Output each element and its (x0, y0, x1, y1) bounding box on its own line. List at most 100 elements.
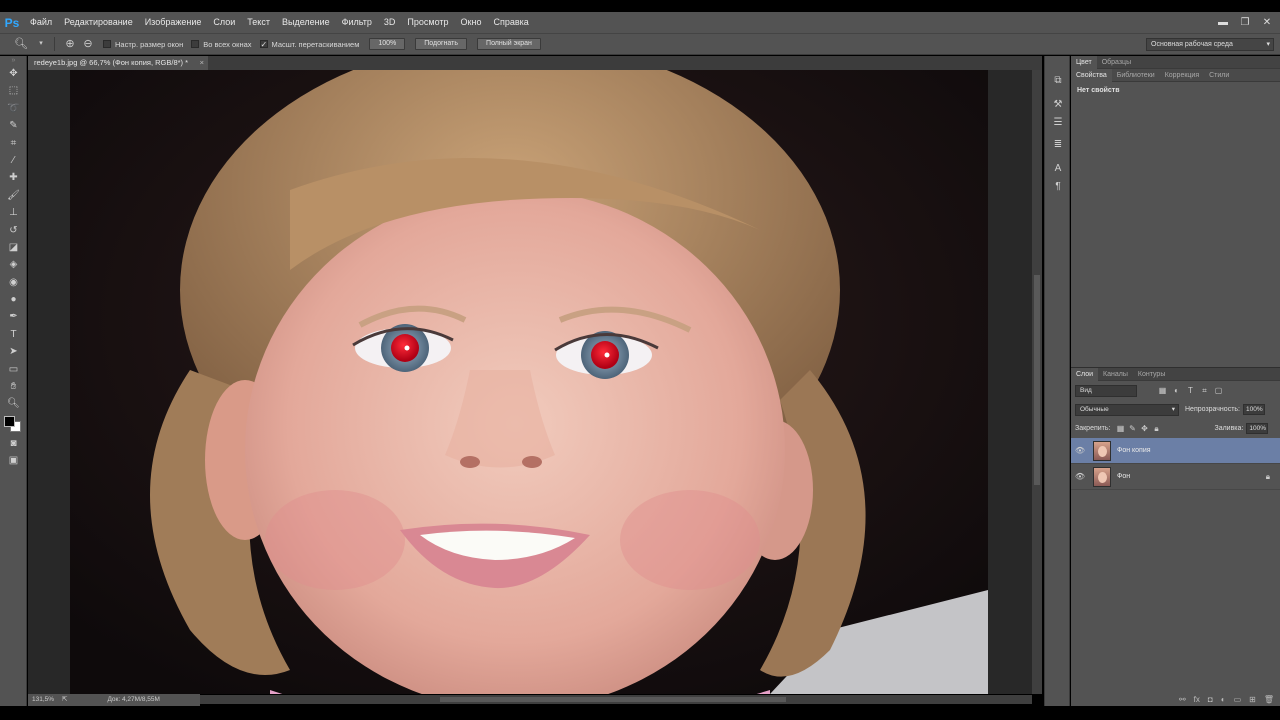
eye-icon[interactable]: 👁︎ (1071, 446, 1089, 455)
eraser-tool-icon[interactable]: ◪ (0, 239, 27, 256)
vertical-scrollbar[interactable] (1032, 70, 1042, 694)
eyedropper-tool-icon[interactable]: ⁄ (0, 152, 27, 169)
tab-properties[interactable]: Свойства (1071, 68, 1112, 82)
dodge-tool-icon[interactable]: ● (0, 291, 27, 308)
trash-icon[interactable]: 🗑︎ (1264, 695, 1274, 704)
tab-adjustments[interactable]: Коррекция (1160, 69, 1204, 82)
history-brush-tool-icon[interactable]: ↺ (0, 222, 27, 239)
canvas-area[interactable] (28, 70, 1032, 694)
new-layer-icon[interactable]: ⊞ (1249, 695, 1256, 704)
blend-mode-select[interactable]: Обычные ▾ (1075, 403, 1179, 416)
tab-styles[interactable]: Стили (1204, 69, 1234, 82)
crop-tool-icon[interactable]: ⌗ (0, 135, 27, 152)
all-windows-checkbox[interactable]: Во всех окнах (191, 40, 252, 49)
adjustments-icon[interactable]: ☰ (1045, 114, 1071, 132)
checkbox-box[interactable] (191, 40, 200, 48)
tab-libraries[interactable]: Библиотеки (1112, 69, 1160, 82)
zoom-tool-icon[interactable]: 🔍︎ (14, 37, 28, 51)
link-layers-icon[interactable]: ⚯ (1179, 695, 1186, 704)
zoom-out-icon[interactable]: ⊖ (81, 37, 95, 51)
shape-filter-icon[interactable]: ⌗ (1199, 386, 1210, 396)
layer-style-icon[interactable]: fx (1194, 695, 1200, 704)
minimize-icon[interactable]: ▬ (1216, 17, 1230, 29)
kind-filter-select[interactable]: Вид (1075, 384, 1137, 397)
quick-mask-icon[interactable]: ◙ (0, 435, 27, 452)
horizontal-scrollbar[interactable] (200, 695, 1032, 704)
smart-object-filter-icon[interactable]: ▢ (1213, 386, 1224, 395)
zoom-tool-icon[interactable]: 🔍︎ (0, 395, 27, 412)
adjustment-layer-icon[interactable]: ◐ (1221, 695, 1226, 704)
color-swatches[interactable] (0, 413, 26, 435)
character-icon[interactable]: A (1045, 160, 1071, 178)
tab-channels[interactable]: Каналы (1098, 368, 1133, 381)
resize-windows-checkbox[interactable]: Настр. размер окон (103, 40, 183, 49)
menu-view[interactable]: Просмотр (401, 12, 454, 33)
foreground-color-swatch[interactable] (4, 415, 15, 427)
lasso-tool-icon[interactable]: ➰ (0, 100, 27, 117)
opacity-input[interactable]: 100% (1243, 404, 1265, 415)
menu-file[interactable]: Файл (24, 12, 58, 33)
photo-canvas[interactable] (70, 70, 988, 694)
eye-icon[interactable]: 👁︎ (1071, 472, 1089, 481)
document-tab[interactable]: redeye1b.jpg @ 66,7% (Фон копия, RGB/8*)… (28, 56, 208, 70)
scrubby-zoom-checkbox[interactable]: ✓ Масшт. перетаскиванием (259, 40, 359, 49)
menu-help[interactable]: Справка (487, 12, 534, 33)
scrollbar-thumb[interactable] (1034, 275, 1040, 485)
scrollbar-thumb[interactable] (440, 697, 786, 702)
hand-tool-icon[interactable]: ✋︎ (0, 378, 27, 395)
new-group-icon[interactable]: ▭ (1234, 695, 1242, 704)
layer-row[interactable]: 👁︎ Фон 🔒︎ (1071, 464, 1280, 490)
layer-row[interactable]: 👁︎ Фон копия (1071, 438, 1280, 464)
pixel-filter-icon[interactable]: ▦ (1157, 386, 1168, 395)
add-mask-icon[interactable]: ◘ (1208, 695, 1213, 704)
screen-mode-icon[interactable]: ▣ (0, 452, 27, 469)
spot-healing-tool-icon[interactable]: ✚ (0, 169, 27, 186)
paragraph-icon[interactable]: ¶ (1045, 178, 1071, 196)
brush-tool-icon[interactable]: 🖌︎ (0, 187, 27, 204)
tab-swatches[interactable]: Образцы (1097, 56, 1136, 69)
tab-color[interactable]: Цвет (1071, 55, 1097, 69)
paint-bucket-tool-icon[interactable]: ◈ (0, 256, 27, 273)
path-select-tool-icon[interactable]: ➤ (0, 343, 27, 360)
tab-layers[interactable]: Слои (1071, 367, 1099, 381)
menu-3d[interactable]: 3D (378, 12, 402, 33)
lock-transparency-icon[interactable]: ▦ (1114, 424, 1126, 433)
history-icon[interactable]: ⧉ (1045, 72, 1071, 90)
close-icon[interactable]: × (200, 56, 204, 70)
menu-text[interactable]: Текст (241, 12, 276, 33)
zoom-level[interactable]: 131,5% (28, 694, 58, 706)
type-filter-icon[interactable]: T (1185, 386, 1196, 395)
checkmark-icon[interactable]: ✓ (259, 40, 268, 49)
menu-filter[interactable]: Фильтр (336, 12, 378, 33)
lock-position-icon[interactable]: ✥ (1138, 424, 1150, 433)
adjustment-filter-icon[interactable]: ◐ (1171, 386, 1182, 395)
menu-layers[interactable]: Слои (207, 12, 241, 33)
blur-tool-icon[interactable]: ◉ (0, 274, 27, 291)
quick-select-tool-icon[interactable]: ✎ (0, 117, 27, 134)
close-icon[interactable]: ✕ (1260, 17, 1274, 29)
menu-window[interactable]: Окно (455, 12, 488, 33)
lock-all-icon[interactable]: 🔒︎ (1150, 424, 1162, 434)
actions-icon[interactable]: ≣ (1045, 136, 1071, 154)
zoom-in-icon[interactable]: ⊕ (63, 37, 77, 51)
fit-screen-button[interactable]: Подогнать (415, 38, 468, 50)
type-tool-icon[interactable]: T (0, 326, 27, 343)
menu-select[interactable]: Выделение (276, 12, 336, 33)
move-tool-icon[interactable]: ✥ (0, 65, 27, 82)
clone-stamp-tool-icon[interactable]: ⊥ (0, 204, 27, 221)
marquee-tool-icon[interactable]: ⬚ (0, 82, 27, 99)
workspace-select[interactable]: Основная рабочая среда ▾ (1146, 38, 1274, 51)
menu-image[interactable]: Изображение (139, 12, 208, 33)
checkbox-box[interactable] (103, 40, 111, 48)
menu-edit[interactable]: Редактирование (58, 12, 139, 33)
fill-screen-button[interactable]: Полный экран (477, 38, 541, 50)
restore-icon[interactable]: ❐ (1238, 17, 1252, 29)
pen-tool-icon[interactable]: ✒︎ (0, 308, 27, 325)
chevron-down-icon[interactable]: ▾ (34, 37, 48, 51)
fill-input[interactable]: 100% (1246, 423, 1269, 434)
collapse-icon[interactable]: » (0, 56, 27, 65)
tab-paths[interactable]: Контуры (1133, 368, 1170, 381)
tool-presets-icon[interactable]: ⚒︎ (1045, 96, 1071, 114)
zoom-100-button[interactable]: 100% (369, 38, 406, 50)
lock-pixels-icon[interactable]: ✎ (1126, 424, 1138, 433)
